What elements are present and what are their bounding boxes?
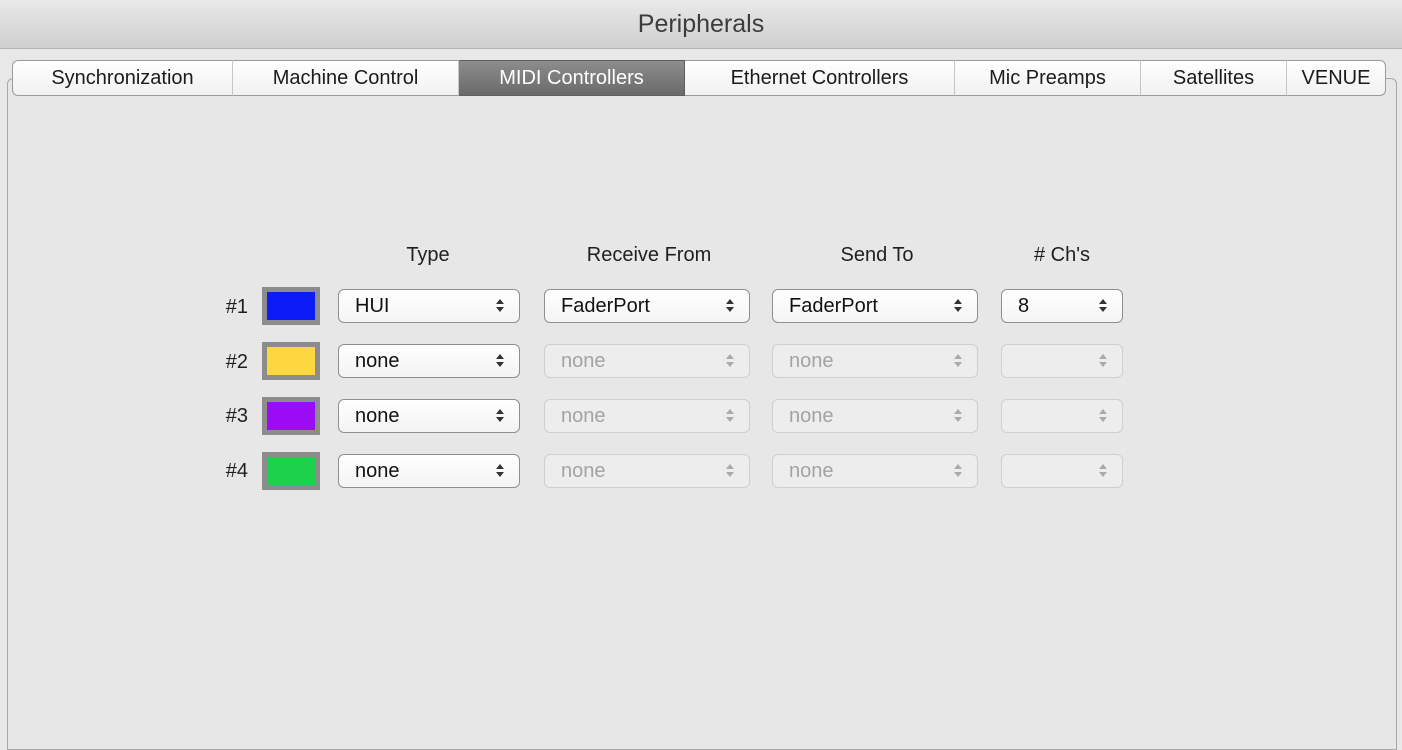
receive-from-select[interactable]: FaderPort — [544, 289, 750, 323]
updown-arrows-icon — [953, 351, 963, 371]
controller-color-swatch[interactable] — [262, 397, 320, 435]
channels-select — [1001, 399, 1123, 433]
type-select[interactable]: none — [338, 344, 520, 378]
controller-color-swatch[interactable] — [262, 452, 320, 490]
type-value: none — [355, 349, 400, 372]
channels-select — [1001, 454, 1123, 488]
updown-arrows-icon — [953, 296, 963, 316]
updown-arrows-icon — [495, 406, 505, 426]
tab-satellites[interactable]: Satellites — [1141, 60, 1287, 96]
updown-arrows-icon — [953, 461, 963, 481]
controller-label: #3 — [225, 405, 248, 427]
send-to-select: none — [772, 344, 978, 378]
tab-bar: Synchronization Machine Control MIDI Con… — [12, 60, 1386, 96]
window-title: Peripherals — [637, 9, 765, 38]
channels-select — [1001, 344, 1123, 378]
receive-from-select: none — [544, 344, 750, 378]
send-to-select: none — [772, 399, 978, 433]
tab-midi-controllers[interactable]: MIDI Controllers — [459, 60, 685, 96]
type-select[interactable]: none — [338, 454, 520, 488]
receive-from-value: FaderPort — [561, 294, 650, 317]
updown-arrows-icon — [495, 296, 505, 316]
column-header-receive-from: Receive From — [586, 244, 712, 266]
send-to-value: none — [789, 459, 834, 482]
tab-synchronization[interactable]: Synchronization — [12, 60, 233, 96]
updown-arrows-icon — [725, 351, 735, 371]
title-bar: Peripherals — [0, 0, 1402, 49]
updown-arrows-icon — [1098, 351, 1108, 371]
updown-arrows-icon — [725, 406, 735, 426]
send-to-select[interactable]: FaderPort — [772, 289, 978, 323]
send-to-select: none — [772, 454, 978, 488]
controller-label: #4 — [225, 460, 248, 482]
controller-color-swatch[interactable] — [262, 287, 320, 325]
channels-select[interactable]: 8 — [1001, 289, 1123, 323]
swatch-fill — [267, 292, 315, 320]
tab-ethernet-controllers[interactable]: Ethernet Controllers — [685, 60, 955, 96]
controller-color-swatch[interactable] — [262, 342, 320, 380]
send-to-value: FaderPort — [789, 294, 878, 317]
updown-arrows-icon — [495, 351, 505, 371]
type-value: HUI — [355, 294, 390, 317]
receive-from-value: none — [561, 459, 606, 482]
receive-from-select: none — [544, 399, 750, 433]
swatch-fill — [267, 457, 315, 485]
send-to-value: none — [789, 404, 834, 427]
updown-arrows-icon — [725, 461, 735, 481]
send-to-value: none — [789, 349, 834, 372]
tab-machine-control[interactable]: Machine Control — [233, 60, 459, 96]
type-value: none — [355, 459, 400, 482]
updown-arrows-icon — [1098, 461, 1108, 481]
tab-venue[interactable]: VENUE — [1287, 60, 1386, 96]
type-select[interactable]: HUI — [338, 289, 520, 323]
controller-label: #2 — [225, 351, 248, 373]
updown-arrows-icon — [725, 296, 735, 316]
receive-from-value: none — [561, 349, 606, 372]
receive-from-value: none — [561, 404, 606, 427]
updown-arrows-icon — [1098, 406, 1108, 426]
channels-value: 8 — [1018, 294, 1030, 317]
updown-arrows-icon — [495, 461, 505, 481]
receive-from-select: none — [544, 454, 750, 488]
controller-label: #1 — [225, 296, 248, 318]
type-value: none — [355, 404, 400, 427]
tab-mic-preamps[interactable]: Mic Preamps — [955, 60, 1141, 96]
updown-arrows-icon — [953, 406, 963, 426]
updown-arrows-icon — [1098, 296, 1108, 316]
column-header-channels: # Ch's — [1033, 244, 1091, 266]
swatch-fill — [267, 347, 315, 375]
column-header-send-to: Send To — [840, 244, 914, 266]
column-header-type: Type — [406, 244, 450, 266]
type-select[interactable]: none — [338, 399, 520, 433]
swatch-fill — [267, 402, 315, 430]
